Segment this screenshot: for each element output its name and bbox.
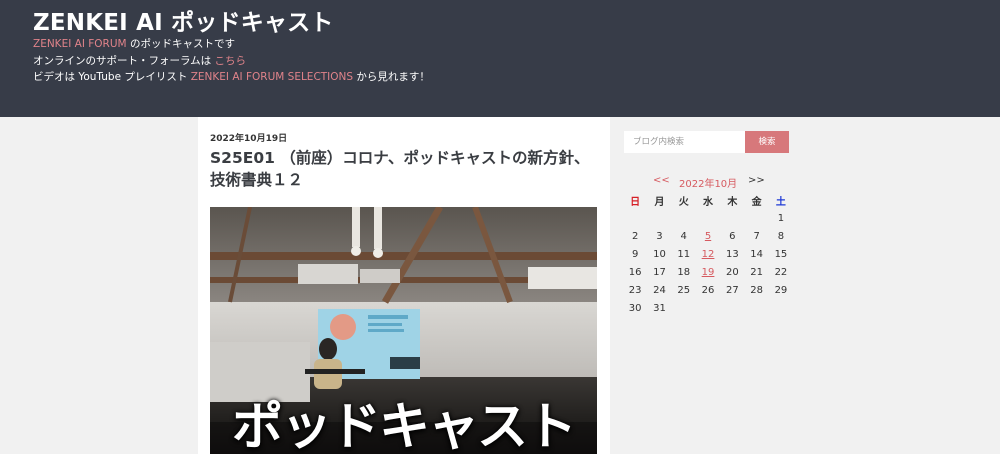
post-article: 2022年10月19日 S25E01 （前座）コロナ、ポッドキャストの新方針、技… [198, 117, 610, 454]
post-featured-image[interactable]: ポッドキャスト [210, 207, 597, 454]
weekday-thu: 木 [727, 196, 738, 208]
calendar-day: 23 [628, 284, 642, 296]
calendar-day: 8 [777, 230, 785, 242]
calendar-day: 25 [677, 284, 691, 296]
weekday-fri: 金 [751, 196, 762, 208]
image-overlay-title: ポッドキャスト [231, 398, 577, 454]
calendar-empty-cell [672, 209, 696, 227]
calendar-weekday-row: 日 月 火 水 木 金 土 [623, 191, 793, 209]
search-button[interactable]: 検索 [745, 131, 789, 153]
weekday-tue: 火 [678, 196, 689, 208]
calendar-prev-link[interactable]: << [653, 175, 670, 186]
calendar-empty-cell [696, 299, 720, 317]
tagline-text-1: のポッドキャストです [126, 38, 235, 50]
weekday-sat: 土 [775, 196, 786, 208]
youtube-playlist-link[interactable]: ZENKEI AI FORUM SELECTIONS [191, 71, 353, 83]
calendar-day: 7 [753, 230, 760, 242]
calendar-month-title[interactable]: 2022年10月 [679, 175, 737, 190]
tagline-text-3b: から見れます！ [353, 71, 430, 83]
calendar-day: 2 [631, 230, 639, 242]
calendar-week-row: 30 31 [623, 299, 793, 317]
calendar-day: 10 [653, 248, 666, 260]
calendar-week-row: 9 10 11 12 13 14 15 [623, 245, 793, 263]
calendar-day: 20 [725, 266, 739, 278]
calendar-day: 21 [750, 266, 763, 278]
calendar-day: 4 [680, 230, 687, 242]
calendar-week-row: 16 17 18 19 20 21 22 [623, 263, 793, 281]
calendar-week-row: 2 3 456 7 8 [623, 227, 793, 245]
calendar-day: 22 [774, 266, 788, 278]
calendar-day-link[interactable]: 5 [696, 227, 720, 245]
calendar-empty-cell [769, 299, 793, 317]
calendar-day: 9 [631, 248, 639, 260]
calendar-day: 3 [656, 230, 663, 242]
calendar-day: 14 [750, 248, 763, 260]
calendar-grid: 日 月 火 水 木 金 土 1 2 3 4 5 6 7 8 9 10 11 12 13 14 15 16 17 1… [623, 191, 793, 317]
calendar-day: 29 [774, 284, 788, 296]
calendar-empty-cell [720, 209, 744, 227]
calendar-day: 15 [774, 248, 788, 260]
calendar-empty-cell [672, 299, 696, 317]
calendar-empty-cell [696, 209, 720, 227]
calendar-day: 24 [653, 284, 666, 296]
calendar-day: 30 [628, 302, 642, 314]
calendar-day: 11 [677, 248, 691, 260]
calendar-week-row: 23 24 25 26 27 28 29 [623, 281, 793, 299]
calendar-day: 16 [628, 266, 642, 278]
calendar-next-link[interactable]: >> [748, 175, 765, 186]
calendar-day: 18 [677, 266, 691, 278]
calendar-day: 31 [653, 302, 666, 314]
search-input[interactable]: ブログ内検索 [624, 131, 745, 153]
weekday-sun: 日 [630, 196, 641, 208]
calendar-empty-cell [744, 209, 768, 227]
post-title[interactable]: S25E01 （前座）コロナ、ポッドキャストの新方針、技術書典１２ [210, 147, 600, 191]
calendar-empty-cell [720, 299, 744, 317]
weekday-wed: 水 [703, 196, 714, 208]
calendar-empty-cell [647, 209, 671, 227]
calendar-empty-cell [744, 299, 768, 317]
site-description: ZENKEI AI FORUM のポッドキャストです オンラインのサポート・フォ… [33, 36, 430, 86]
calendar-day: 13 [725, 248, 739, 260]
tagline-text-3a: ビデオは YouTube プレイリスト [33, 71, 191, 83]
calendar-day-link[interactable]: 19 [696, 263, 720, 281]
calendar-days: 1 2 3 4 5 6 7 8 9 10 11 12 13 14 15 16 17 18 19 20 21 22 23 24 2… [623, 209, 793, 317]
calendar-empty-cell [623, 209, 647, 227]
tagline-line-1: ZENKEI AI FORUM のポッドキャストです [33, 36, 430, 53]
calendar-day: 27 [725, 284, 739, 296]
calendar-day: 26 [701, 284, 715, 296]
calendar-day: 1 [777, 212, 785, 224]
forum-link[interactable]: ZENKEI AI FORUM [33, 38, 127, 50]
support-forum-link[interactable]: こちら [215, 55, 247, 67]
calendar-day: 28 [750, 284, 763, 296]
calendar-day: 6 [729, 230, 736, 242]
post-date: 2022年10月19日 [210, 134, 288, 144]
calendar-week-row: 1 [623, 209, 793, 227]
tagline-line-3: ビデオは YouTube プレイリスト ZENKEI AI FORUM SELE… [33, 69, 430, 86]
calendar-day-link[interactable]: 12 [696, 245, 720, 263]
site-title[interactable]: ZENKEI AI ポッドキャスト [33, 3, 334, 37]
site-header: ZENKEI AI ポッドキャスト ZENKEI AI FORUM のポッドキャ… [0, 0, 1000, 117]
tagline-line-2: オンラインのサポート・フォーラムは こちら [33, 53, 430, 70]
calendar-day: 17 [653, 266, 666, 278]
tagline-text-2: オンラインのサポート・フォーラムは [33, 54, 215, 67]
weekday-mon: 月 [654, 196, 665, 208]
